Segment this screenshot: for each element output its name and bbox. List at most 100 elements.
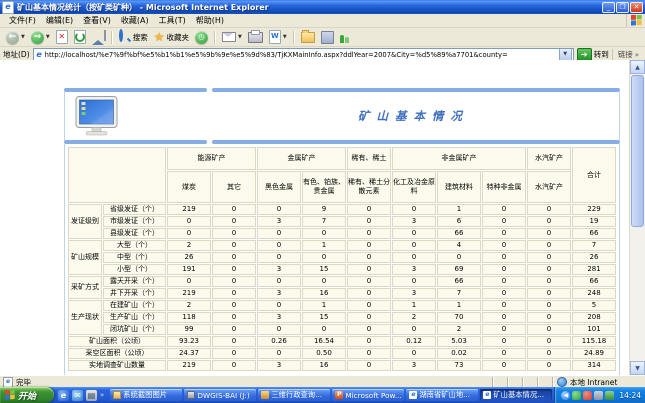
back-button[interactable]: ←▼ [4, 29, 27, 45]
home-button[interactable] [90, 29, 107, 45]
col-header: 特种非金属 [482, 171, 526, 203]
edit-button[interactable]: W▼ [267, 29, 289, 45]
scrollbar-thumb[interactable] [631, 75, 644, 227]
scroll-down-icon[interactable]: ▼ [630, 361, 645, 375]
row-label: 在建矿山（个） [103, 300, 166, 311]
show-desktop-icon[interactable]: ▤ [86, 390, 97, 401]
taskbar-task-screenshots[interactable]: 系统截图图片 [110, 389, 182, 401]
page-favicon: e [35, 50, 44, 59]
data-cell: 0 [212, 276, 256, 287]
data-cell: 1 [392, 300, 436, 311]
restore-button[interactable]: ❐ [616, 2, 629, 13]
start-button[interactable]: 开始 [0, 387, 54, 403]
data-cell: 0 [392, 276, 436, 287]
refresh-button[interactable] [72, 29, 88, 45]
taskbar-task-powerpoint[interactable]: PMicrosoft Pow... [332, 389, 404, 401]
data-cell: 7 [572, 240, 616, 251]
system-tray: ◀ 14:24 [554, 387, 645, 403]
battery-icon[interactable] [605, 391, 614, 400]
print-icon [248, 32, 263, 43]
stop-button[interactable]: ✕ [54, 29, 70, 45]
outlook-express-icon[interactable]: ✉ [72, 390, 83, 401]
menu-file[interactable]: 文件(F) [4, 15, 41, 26]
row-label: 生产矿山（个） [103, 312, 166, 323]
table-row: 井下开采（个）219031603700248 [68, 288, 616, 299]
minimize-button[interactable]: _ [602, 2, 615, 13]
data-cell: 66 [437, 228, 481, 239]
ie-icon: e [483, 391, 491, 399]
intranet-globe-icon [557, 377, 567, 387]
quick-launch-chevron-icon[interactable]: » [100, 391, 104, 399]
summary-cell: 0 [527, 336, 571, 347]
messenger-button[interactable] [338, 29, 351, 45]
internet-explorer-icon[interactable]: e [58, 390, 69, 401]
menu-help[interactable]: 帮助(H) [191, 15, 229, 26]
taskbar-task-hunan-mine[interactable]: e湖南省矿山地... [406, 389, 478, 401]
task-label: 矿山基本情况... [493, 390, 544, 400]
header-row-groups: 能源矿产金属矿产稀有、稀土非金属矿产水汽矿产合计 [68, 147, 616, 170]
data-cell: 0 [392, 204, 436, 215]
forward-button[interactable]: →▼ [29, 29, 52, 45]
summary-cell: 0 [212, 348, 256, 359]
edit-icon: W [269, 30, 281, 44]
search-button[interactable]: 搜索 [117, 29, 150, 45]
taskbar-task-query-app[interactable]: 三维行政查询... [258, 389, 330, 401]
menu-tools[interactable]: 工具(T) [154, 15, 191, 26]
taskbar-task-mine-stats[interactable]: e矿山基本情况... [480, 389, 552, 401]
data-cell: 219 [167, 288, 211, 299]
col-header: 其它 [212, 171, 256, 203]
data-cell: 0 [257, 240, 301, 251]
favorites-button[interactable]: ★收藏夹 [152, 29, 191, 45]
data-cell: 0 [527, 216, 571, 227]
data-cell: 66 [572, 228, 616, 239]
mail-button[interactable]: ▼ [220, 29, 244, 45]
data-cell: 3 [257, 216, 301, 227]
app-icon [261, 391, 269, 399]
links-button[interactable]: 链接 » [612, 49, 642, 60]
data-cell: 6 [437, 216, 481, 227]
address-input[interactable] [44, 51, 559, 59]
folders-button[interactable] [299, 29, 317, 45]
summary-cell: 0 [482, 348, 526, 359]
close-button[interactable]: ✕ [630, 2, 643, 13]
data-cell: 2 [167, 240, 211, 251]
data-cell: 0 [212, 324, 256, 335]
history-button[interactable]: ◷ [193, 29, 210, 45]
toolbar: ←▼ →▼ ✕ 搜索 ★收藏夹 ◷ ▼ W▼ [0, 28, 645, 47]
data-cell: 0 [257, 276, 301, 287]
table-row: 采矿方式露天开采（个）000000660066 [68, 276, 616, 287]
data-cell: 1 [302, 240, 346, 251]
antivirus-icon[interactable] [572, 391, 581, 400]
summary-cell: 3 [392, 360, 436, 371]
data-cell: 0 [482, 204, 526, 215]
data-cell: 0 [527, 228, 571, 239]
data-cell: 0 [167, 228, 211, 239]
data-cell: 5 [572, 300, 616, 311]
taskbar-task-drive[interactable]: DWGIS-BAI (J:) [184, 389, 256, 401]
data-cell: 3 [257, 264, 301, 275]
menu-edit[interactable]: 编辑(E) [41, 15, 78, 26]
hide-tray-icons-icon[interactable]: ◀ [561, 391, 570, 400]
scroll-up-icon[interactable]: ▲ [630, 60, 645, 74]
data-cell: 0 [212, 264, 256, 275]
print-button[interactable] [246, 29, 265, 45]
security-alert-icon[interactable] [583, 391, 592, 400]
status-pane [507, 377, 522, 387]
status-pane [537, 377, 552, 387]
summary-cell: 0.50 [302, 348, 346, 359]
summary-cell: 5.03 [437, 336, 481, 347]
security-zone-label: 本地 Intranet [570, 377, 617, 388]
vertical-scrollbar[interactable]: ▲ ▼ [629, 60, 645, 375]
network-icon[interactable] [594, 391, 603, 400]
drive-icon [187, 391, 195, 399]
row-label: 省级发证（个） [103, 204, 166, 215]
col-header: 稀有、稀土分散元素 [347, 171, 391, 203]
row-label: 中型（个） [103, 252, 166, 263]
fullscreen-button[interactable] [319, 29, 336, 45]
summary-cell: 0 [212, 360, 256, 371]
quick-launch: e ✉ ▤ » [54, 390, 108, 401]
favorites-star-icon: ★ [154, 31, 165, 43]
data-cell: 26 [167, 252, 211, 263]
menu-favorites[interactable]: 收藏(A) [116, 15, 154, 26]
menu-view[interactable]: 查看(V) [78, 15, 116, 26]
